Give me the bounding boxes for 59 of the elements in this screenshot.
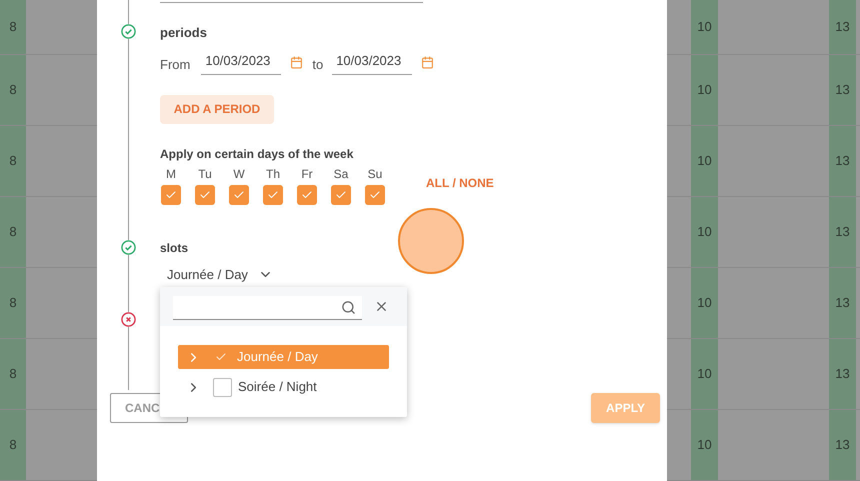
calendar-icon[interactable] — [421, 56, 434, 69]
table-cell: 8 — [0, 410, 26, 481]
add-period-button[interactable]: ADD A PERIOD — [160, 94, 274, 124]
day-label: Sa — [334, 166, 348, 180]
check-icon — [335, 188, 347, 200]
check-icon — [301, 188, 313, 200]
date-field[interactable]: 10/03/2023 — [201, 50, 282, 74]
calendar-icon[interactable] — [290, 56, 304, 69]
table-cell: 10 — [691, 268, 718, 339]
to-label: to — [312, 56, 324, 74]
table-cell: 13 — [829, 126, 856, 197]
day-checkbox[interactable] — [297, 184, 317, 204]
check-icon — [233, 188, 245, 200]
day-label: Th — [266, 166, 280, 180]
table-cell: 13 — [829, 0, 856, 55]
from-label: From — [160, 56, 190, 74]
day-checkbox[interactable] — [331, 184, 351, 204]
option-checkbox[interactable] — [213, 378, 232, 396]
section-heading: Apply on certain days of the week — [160, 146, 354, 162]
table-cell: 8 — [0, 197, 26, 268]
table-cell: 13 — [829, 268, 856, 339]
table-cell: 10 — [691, 55, 718, 126]
day-checkbox[interactable] — [365, 184, 385, 204]
table-cell: 8 — [0, 0, 26, 55]
date-field[interactable]: 10/03/2023 — [332, 50, 412, 74]
table-cell: 8 — [0, 126, 26, 197]
table-cell: 13 — [829, 339, 856, 410]
dropdown-option[interactable]: Journée / Day — [178, 345, 389, 369]
check-icon — [165, 188, 177, 200]
day-label: M — [166, 166, 176, 180]
day-checkbox[interactable] — [195, 184, 215, 204]
table-cell: 10 — [691, 410, 718, 481]
search-field[interactable] — [173, 296, 362, 320]
all-none-link[interactable]: ALL / NONE — [426, 174, 494, 192]
check-icon[interactable] — [215, 351, 227, 363]
step-title: periods — [160, 24, 208, 42]
day-label: Tu — [198, 166, 212, 180]
table-cell: 13 — [829, 197, 856, 268]
table-cell: 8 — [0, 339, 26, 410]
check-icon — [369, 188, 381, 200]
table-cell: 13 — [829, 55, 856, 126]
table-cell: 10 — [691, 339, 718, 410]
table-cell: 8 — [0, 55, 26, 126]
check-icon — [199, 188, 211, 200]
table-cell: 10 — [691, 0, 718, 55]
search-icon — [341, 300, 356, 314]
day-checkbox[interactable] — [229, 184, 249, 204]
day-label: Su — [368, 166, 382, 180]
check-icon — [267, 188, 279, 200]
table-cell: 13 — [829, 410, 856, 481]
day-label: W — [233, 166, 245, 180]
step-title: slots — [160, 240, 190, 256]
day-checkbox[interactable] — [263, 184, 283, 204]
day-label: Fr — [301, 166, 313, 180]
day-checkbox[interactable] — [161, 184, 181, 204]
close-icon[interactable] — [374, 299, 389, 314]
table-cell: 10 — [691, 197, 718, 268]
table-cell: 8 — [0, 268, 26, 339]
table-cell: 10 — [691, 126, 718, 197]
